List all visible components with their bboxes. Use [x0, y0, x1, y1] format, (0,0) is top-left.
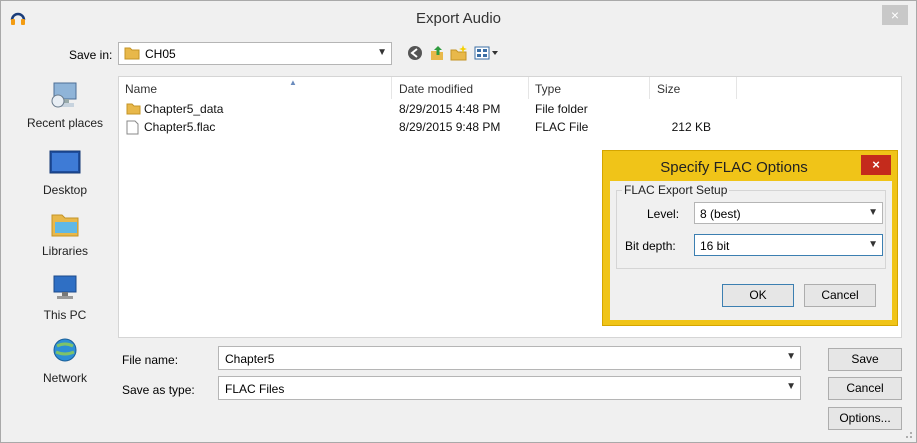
file-name-cell: Chapter5.flac: [144, 120, 216, 134]
cancel-button[interactable]: Cancel: [828, 377, 902, 400]
column-divider[interactable]: [649, 77, 650, 99]
save-in-value: CH05: [145, 47, 176, 61]
new-folder-icon[interactable]: [450, 45, 468, 61]
network-icon: [53, 338, 77, 362]
column-divider[interactable]: [528, 77, 529, 99]
save-as-type-value: FLAC Files: [225, 382, 285, 396]
place-recent-places[interactable]: Recent places: [15, 81, 115, 130]
list-item[interactable]: Chapter5.flac 8/29/2015 9:48 PM FLAC Fil…: [119, 119, 903, 135]
place-desktop[interactable]: Desktop: [15, 148, 115, 197]
dialog-cancel-button[interactable]: Cancel: [804, 284, 876, 307]
recent-places-icon: [51, 82, 77, 108]
column-divider[interactable]: [391, 77, 392, 99]
bit-depth-value: 16 bit: [700, 239, 730, 253]
folder-icon: [124, 47, 140, 60]
file-name-label: File name:: [122, 353, 179, 367]
file-size-cell: 212 KB: [671, 120, 711, 134]
file-name-input[interactable]: Chapter5 ▼: [218, 346, 801, 370]
column-type[interactable]: Type: [535, 82, 561, 96]
column-divider[interactable]: [736, 77, 737, 99]
file-type-cell: FLAC File: [535, 120, 589, 134]
bit-depth-label: Bit depth:: [625, 239, 676, 253]
options-button[interactable]: Options...: [828, 407, 902, 430]
folder-icon: [126, 103, 141, 115]
group-title: FLAC Export Setup: [622, 183, 730, 197]
place-this-pc[interactable]: This PC: [15, 273, 115, 322]
window-title: Export Audio: [415, 10, 502, 27]
level-label: Level:: [647, 207, 680, 221]
up-folder-icon[interactable]: [429, 45, 445, 61]
file-type-cell: File folder: [535, 102, 588, 116]
file-icon: [126, 120, 139, 135]
libraries-icon: [51, 214, 79, 237]
place-libraries[interactable]: Libraries: [15, 209, 115, 258]
file-name-cell: Chapter5_data: [144, 102, 224, 116]
desktop-icon: [49, 150, 81, 174]
dialog-title: Specify FLAC Options: [660, 159, 808, 176]
save-button[interactable]: Save: [828, 348, 902, 371]
dialog-body: FLAC Export Setup Level: 8 (best) ▼ Bit …: [610, 181, 892, 320]
save-in-combo[interactable]: CH05 ▼: [118, 42, 392, 65]
chevron-down-icon[interactable]: ▼: [786, 351, 796, 362]
file-date-cell: 8/29/2015 9:48 PM: [399, 120, 501, 134]
dialog-close-button[interactable]: ×: [861, 155, 891, 175]
file-date-cell: 8/29/2015 4:48 PM: [399, 102, 501, 116]
level-select[interactable]: 8 (best) ▼: [694, 202, 883, 224]
ok-button[interactable]: OK: [722, 284, 794, 307]
resize-grip-icon[interactable]: [903, 429, 913, 439]
save-in-label: Save in:: [69, 48, 113, 62]
view-menu-icon[interactable]: [474, 45, 500, 61]
level-value: 8 (best): [700, 207, 741, 221]
list-item[interactable]: Chapter5_data 8/29/2015 4:48 PM File fol…: [119, 101, 903, 117]
column-name[interactable]: Name: [125, 82, 157, 96]
title-bar: Export Audio ×: [1, 1, 916, 37]
column-date-modified[interactable]: Date modified: [399, 82, 473, 96]
place-network[interactable]: Network: [15, 336, 115, 385]
flac-options-dialog: Specify FLAC Options × FLAC Export Setup…: [602, 150, 898, 326]
this-pc-icon: [53, 275, 77, 299]
chevron-down-icon: ▼: [868, 239, 878, 250]
save-as-type-combo[interactable]: FLAC Files ▼: [218, 376, 801, 400]
sort-ascending-icon: ▲: [289, 78, 297, 87]
chevron-down-icon: ▼: [868, 207, 878, 218]
window-close-button[interactable]: ×: [882, 5, 908, 25]
column-size[interactable]: Size: [657, 82, 680, 96]
chevron-down-icon: ▼: [786, 381, 796, 392]
chevron-down-icon: ▼: [377, 47, 387, 58]
back-icon[interactable]: [407, 45, 423, 61]
bit-depth-select[interactable]: 16 bit ▼: [694, 234, 883, 256]
file-name-value: Chapter5: [225, 352, 275, 366]
save-as-type-label: Save as type:: [122, 383, 195, 397]
flac-export-setup-group: FLAC Export Setup Level: 8 (best) ▼ Bit …: [616, 183, 886, 269]
